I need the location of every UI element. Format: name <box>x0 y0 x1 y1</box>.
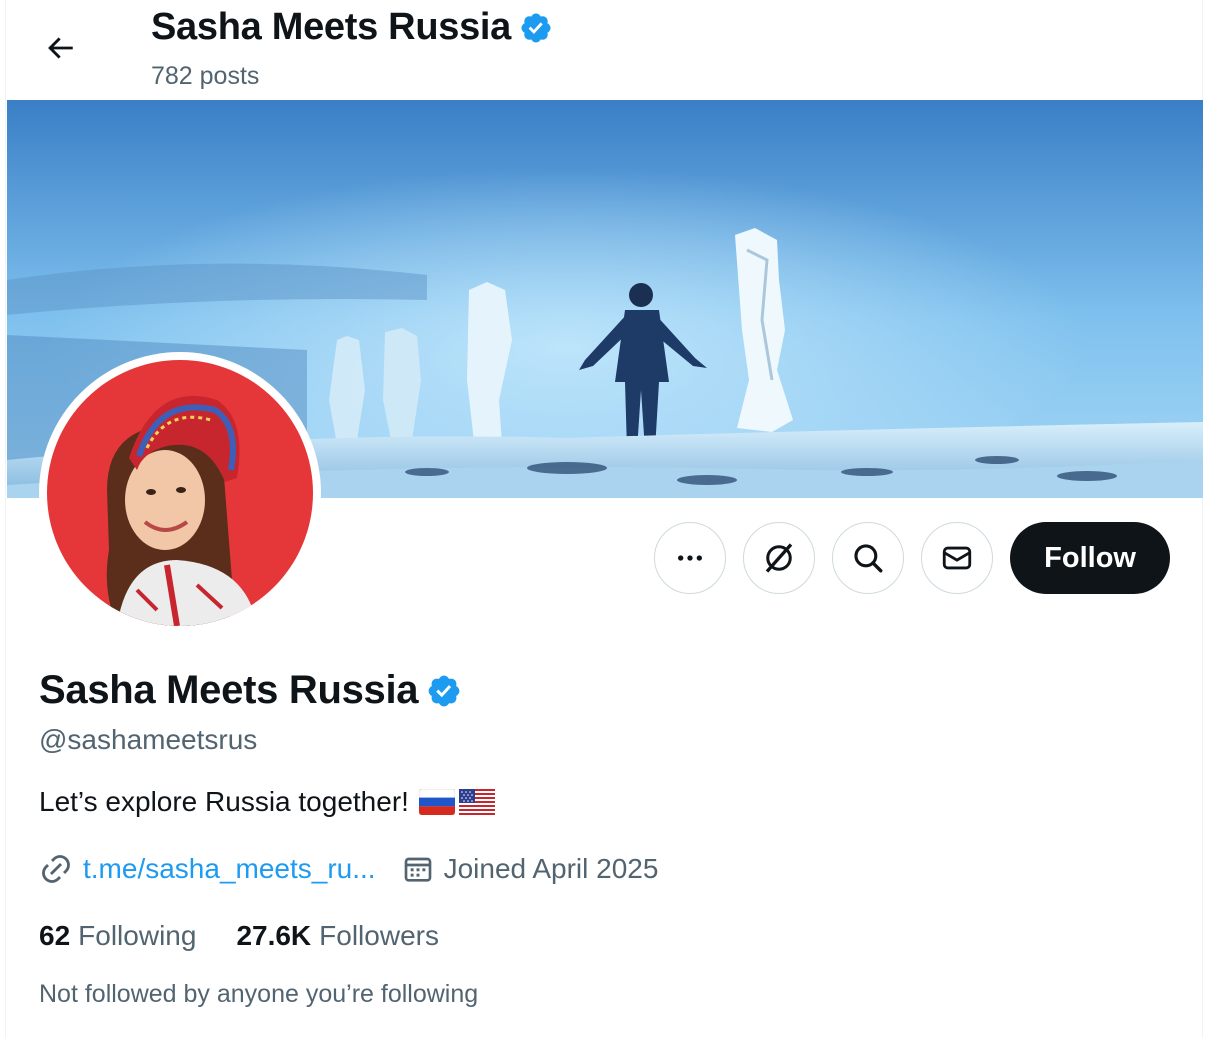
russia-flag-icon <box>418 789 455 815</box>
header-display-name: Sasha Meets Russia <box>151 6 511 48</box>
more-button[interactable] <box>654 522 727 594</box>
more-dots-icon <box>678 555 703 561</box>
link-icon <box>42 855 70 883</box>
arrow-left-icon <box>48 37 73 59</box>
calendar-icon <box>404 857 431 882</box>
followers-label: Followers <box>319 920 439 951</box>
profile-stats: 62 Following 27.6K Followers <box>39 920 439 952</box>
back-button[interactable] <box>36 24 84 72</box>
envelope-icon <box>943 546 972 570</box>
profile-header-bar: Sasha Meets Russia 782 posts <box>6 0 1202 100</box>
profile-bio: Let’s explore Russia together! <box>39 786 495 818</box>
message-button[interactable] <box>921 522 994 594</box>
profile-actions: Follow <box>654 522 1170 594</box>
bio-text: Let’s explore Russia together! <box>39 786 409 817</box>
following-stat[interactable]: 62 Following <box>39 920 196 952</box>
following-count: 62 <box>39 920 71 951</box>
profile-name-row: Sasha Meets Russia <box>39 668 462 713</box>
follow-button[interactable]: Follow <box>1010 522 1170 594</box>
verified-badge-icon <box>521 12 551 43</box>
followers-count: 27.6K <box>236 920 312 951</box>
avatar[interactable] <box>39 352 321 634</box>
search-button[interactable] <box>832 522 905 594</box>
search-icon <box>854 544 883 573</box>
verified-badge-icon[interactable] <box>426 673 462 709</box>
grok-icon <box>765 543 793 573</box>
followers-stat[interactable]: 27.6K Followers <box>236 920 439 952</box>
profile-link[interactable]: t.me/sasha_meets_ru... <box>83 853 376 885</box>
usa-flag-icon <box>458 789 495 815</box>
following-label: Following <box>78 920 197 951</box>
grok-button[interactable] <box>743 522 816 594</box>
profile-meta: t.me/sasha_meets_ru... Joined April 2025 <box>39 852 658 886</box>
profile-display-name: Sasha Meets Russia <box>39 668 419 712</box>
followed-by-note: Not followed by anyone you’re following <box>39 980 479 1008</box>
profile-page: Sasha Meets Russia 782 posts Follow Sash… <box>5 0 1203 1038</box>
header-title: Sasha Meets Russia <box>151 6 553 49</box>
avatar-image <box>47 360 313 626</box>
posts-count: 782 posts <box>151 62 260 90</box>
joined-date: Joined April 2025 <box>443 853 659 884</box>
profile-handle: @sashameetsrus <box>39 724 258 755</box>
